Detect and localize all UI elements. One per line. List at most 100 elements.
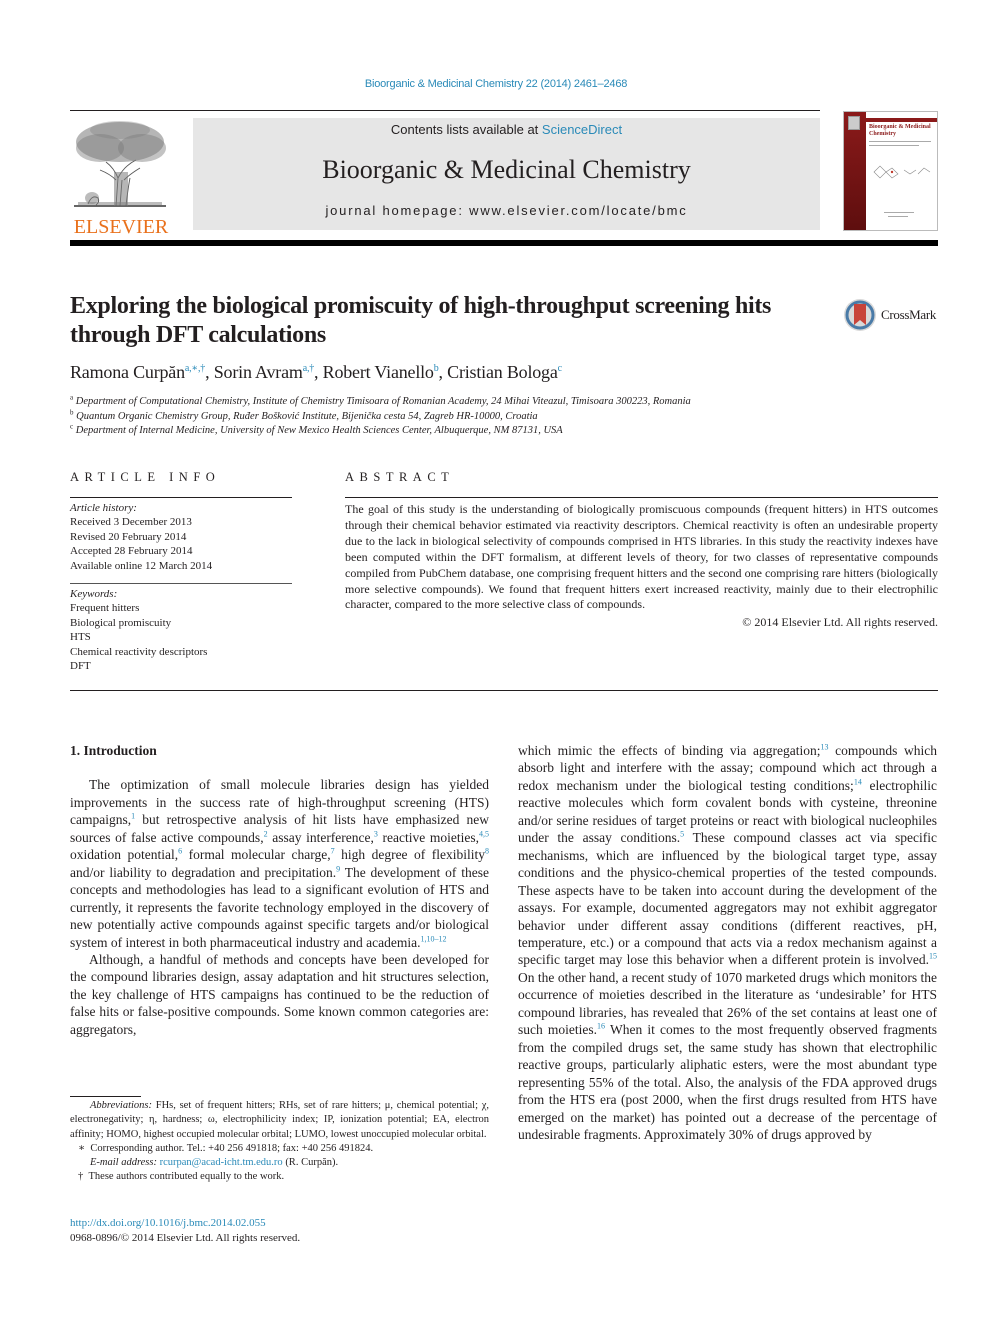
abstract-heading: ABSTRACT	[345, 470, 455, 484]
article-title: Exploring the biological promiscuity of …	[70, 293, 772, 348]
cover-rule	[884, 212, 914, 213]
abstract-text: The goal of this study is the understand…	[345, 502, 938, 612]
body-paragraph: Although, a handful of methods and conce…	[70, 951, 489, 1037]
history-item: Accepted 28 February 2014	[70, 545, 193, 558]
reference-link[interactable]: 14	[854, 777, 862, 786]
history-label: Article history:	[70, 502, 137, 514]
journal-cover-thumbnail[interactable]: Bioorganic & Medicinal Chemistry	[843, 111, 938, 231]
affiliation-item: b Quantum Organic Chemistry Group, Ruđer…	[70, 408, 691, 425]
affiliation-mark: c	[70, 422, 74, 431]
contents-line: Contents lists available at ScienceDirec…	[193, 122, 820, 137]
keywords-label: Keywords:	[70, 588, 118, 601]
keyword-item: DFT	[70, 660, 91, 673]
history-item: Received 3 December 2013	[70, 516, 192, 529]
cover-rule	[888, 216, 908, 217]
reference-link[interactable]: 6	[178, 847, 182, 856]
header-top-rule	[70, 110, 820, 111]
issn-copyright: 0968-0896/© 2014 Elsevier Ltd. All right…	[70, 1232, 301, 1244]
journal-citation[interactable]: Bioorganic & Medicinal Chemistry 22 (201…	[0, 78, 992, 90]
cover-rule	[869, 145, 919, 146]
reference-link[interactable]: 8	[485, 847, 489, 856]
article-info-panel: ARTICLE INFO Article history: Received 3…	[70, 470, 292, 673]
author-marks[interactable]: a,∗,†	[185, 363, 205, 374]
article-history: Article history: Received 3 December 201…	[70, 498, 292, 573]
history-item: Available online 12 March 2014	[70, 559, 213, 572]
footnote-text: Corresponding author. Tel.: +40 256 4918…	[90, 1142, 374, 1154]
abstract-copyright: © 2014 Elsevier Ltd. All rights reserved…	[742, 615, 938, 630]
author-list: Ramona Curpăna,∗,†, Sorin Avrama,†, Robe…	[70, 362, 562, 382]
corresponding-author-footnote: ∗ Corresponding author. Tel.: +40 256 49…	[70, 1142, 489, 1156]
keyword-item: Biological promiscuity	[70, 616, 172, 629]
affiliation-mark: a	[70, 393, 74, 402]
equal-contribution-footnote: † These authors contributed equally to t…	[70, 1170, 489, 1184]
doi-block: http://dx.doi.org/10.1016/j.bmc.2014.02.…	[70, 1216, 300, 1246]
reference-link[interactable]: 16	[597, 1022, 605, 1031]
body-column-left: 1. Introduction The optimization of smal…	[70, 742, 489, 1038]
body-column-right: which mimic the effects of binding via a…	[518, 742, 937, 1143]
author-name[interactable]: Robert Vianello	[323, 362, 434, 382]
affiliation-mark: b	[70, 408, 74, 416]
reference-link[interactable]: 1	[131, 812, 135, 821]
footnote-rule	[70, 1096, 141, 1097]
affiliation-item: a Department of Computational Chemistry,…	[70, 393, 691, 410]
cover-elsevier-badge	[848, 116, 860, 130]
affiliation-item: c Department of Internal Medicine, Unive…	[70, 422, 691, 439]
elsevier-logo[interactable]: ELSEVIER	[70, 118, 172, 237]
reference-link[interactable]: 2	[264, 829, 268, 838]
footnote-mark: †	[78, 1171, 84, 1183]
keyword-item: Frequent hitters	[70, 602, 140, 615]
footnotes: Abbreviations: FHs, set of frequent hitt…	[70, 1099, 489, 1185]
reference-link[interactable]: 13	[821, 743, 829, 752]
affiliation-text: Department of Computational Chemistry, I…	[75, 396, 691, 407]
divider	[345, 497, 938, 498]
crossmark-icon	[844, 299, 876, 331]
email-link[interactable]: rcurpan@acad-icht.tm.edu.ro	[160, 1157, 283, 1168]
reference-link[interactable]: 9	[336, 864, 340, 873]
author-name[interactable]: Sorin Avram	[214, 362, 303, 382]
contents-prefix: Contents lists available at	[390, 122, 542, 137]
email-suffix: (R. Curpăn).	[282, 1157, 339, 1169]
reference-link[interactable]: 5	[680, 830, 684, 839]
author-marks[interactable]: c	[558, 363, 562, 374]
footnote-mark: ∗	[78, 1142, 86, 1154]
footnote-text: These authors contributed equally to the…	[88, 1171, 285, 1183]
crossmark-button[interactable]: CrossMark	[843, 297, 943, 333]
doi-link[interactable]: http://dx.doi.org/10.1016/j.bmc.2014.02.…	[70, 1216, 300, 1231]
author-marks[interactable]: a,†	[303, 363, 315, 374]
abbreviations-label: Abbreviations:	[90, 1100, 153, 1111]
reference-link[interactable]: 1,10–12	[421, 934, 447, 943]
body-paragraph: which mimic the effects of binding via a…	[518, 742, 938, 1142]
history-item: Revised 20 February 2014	[70, 530, 187, 543]
abbreviations-footnote: Abbreviations: FHs, set of frequent hitt…	[70, 1099, 489, 1142]
cover-molecule-icon	[873, 165, 931, 179]
sciencedirect-link[interactable]: ScienceDirect	[542, 122, 622, 137]
cover-rule	[869, 141, 931, 142]
email-label: E-mail address:	[90, 1157, 157, 1169]
abstract-panel: ABSTRACT The goal of this study is the u…	[345, 470, 938, 630]
affiliations: a Department of Computational Chemistry,…	[70, 393, 691, 439]
author-name[interactable]: Cristian Bologa	[447, 362, 558, 382]
journal-banner: Contents lists available at ScienceDirec…	[193, 118, 820, 230]
header-bottom-rule	[70, 240, 938, 246]
affiliation-text: Department of Internal Medicine, Univers…	[75, 425, 563, 436]
journal-title: Bioorganic & Medicinal Chemistry	[322, 155, 691, 184]
reference-link[interactable]: 4,5	[479, 829, 489, 838]
elsevier-wordmark: ELSEVIER	[73, 216, 169, 238]
journal-homepage[interactable]: journal homepage: www.elsevier.com/locat…	[193, 203, 820, 218]
email-footnote: E-mail address: rcurpan@acad-icht.tm.edu…	[70, 1156, 489, 1170]
reference-link[interactable]: 3	[374, 829, 378, 838]
keyword-item: Chemical reactivity descriptors	[70, 645, 208, 658]
affiliation-text: Quantum Organic Chemistry Group, Ruđer B…	[76, 410, 538, 422]
reference-link[interactable]: 7	[331, 847, 335, 856]
reference-link[interactable]: 15	[929, 952, 937, 961]
author-name[interactable]: Ramona Curpăn	[70, 362, 185, 382]
section-title: 1. Introduction	[70, 743, 157, 758]
cover-title: Bioorganic & Medicinal Chemistry	[869, 124, 931, 137]
article-info-heading: ARTICLE INFO	[70, 470, 221, 484]
keywords: Keywords: Frequent hitters Biological pr…	[70, 584, 292, 673]
crossmark-label: CrossMark	[881, 307, 937, 322]
author-marks[interactable]: b	[434, 363, 439, 374]
front-matter-rule	[70, 690, 938, 691]
cover-top-bar	[866, 118, 937, 122]
elsevier-tree-icon	[74, 121, 166, 207]
